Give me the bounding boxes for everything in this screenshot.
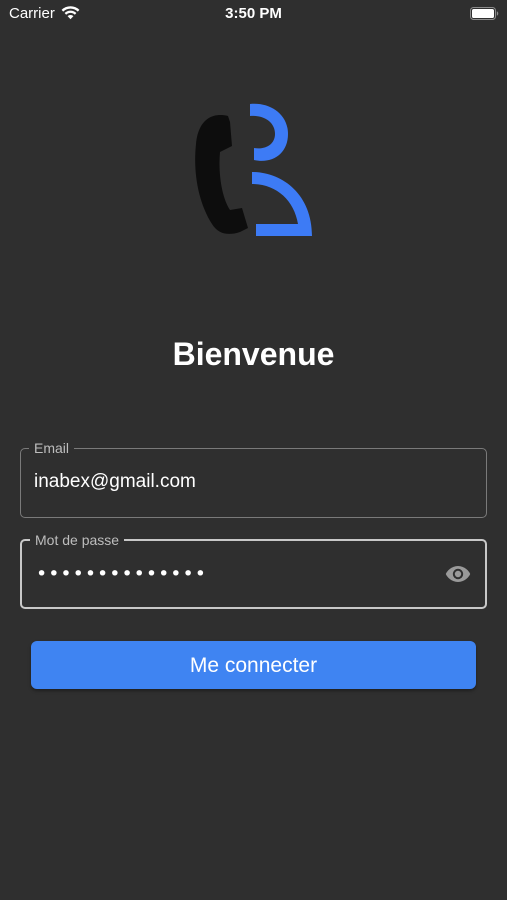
password-label: Mot de passe <box>30 531 125 549</box>
status-bar: Carrier 3:50 PM <box>0 0 507 28</box>
email-input[interactable]: inabex@gmail.com <box>34 471 196 493</box>
page-title: Bienvenue <box>172 336 335 372</box>
battery-full-icon <box>470 7 499 20</box>
phone-user-logo <box>195 103 312 236</box>
email-field[interactable]: Email inabex@gmail.com <box>20 439 487 518</box>
password-input[interactable]: •••••••••••••• <box>36 563 207 585</box>
email-label: Email <box>29 439 75 457</box>
password-field[interactable]: Mot de passe •••••••••••••• <box>20 531 487 609</box>
eye-icon[interactable] <box>445 563 471 585</box>
login-button[interactable]: Me connecter <box>31 641 476 689</box>
status-time: 3:50 PM <box>225 5 282 22</box>
